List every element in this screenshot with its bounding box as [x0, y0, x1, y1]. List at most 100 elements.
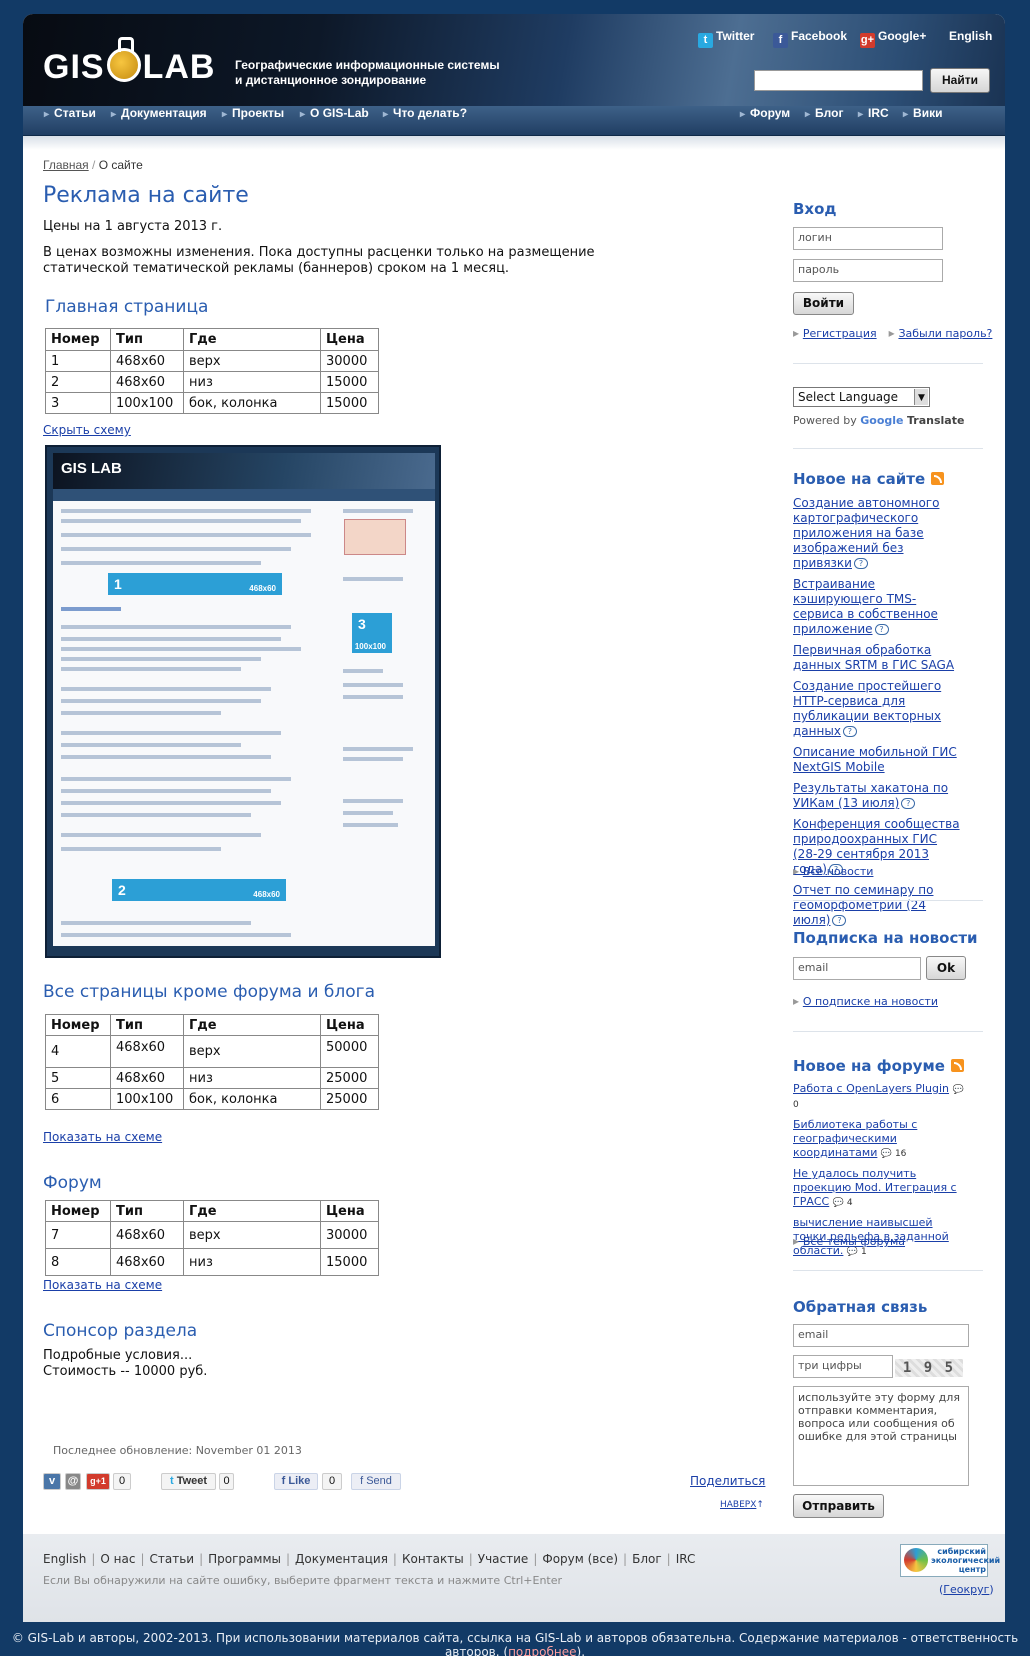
subscribe-about: ▸ О подписке на новости	[793, 994, 938, 1008]
partner-link[interactable]: (Геокруг)	[939, 1583, 994, 1596]
table-row: 1 468x60 верх 30000	[45, 350, 379, 372]
footer-link[interactable]: Статьи	[150, 1552, 195, 1566]
list-item: Создание простейшего HTTP-сервиса для пу…	[793, 679, 942, 738]
footer-link[interactable]: Блог	[632, 1552, 662, 1566]
list-item: Библиотека работы с географическими коор…	[793, 1118, 918, 1159]
feedback-message-textarea[interactable]: используйте эту форму для отправки комме…	[793, 1386, 969, 1486]
show-scheme-forum-link[interactable]: Показать на схеме	[43, 1278, 162, 1292]
nav-forum[interactable]: Форум	[740, 106, 790, 136]
share-link[interactable]: Поделиться	[690, 1474, 765, 1488]
rss-icon[interactable]	[950, 1059, 964, 1072]
ad-scheme-image: GIS LAB 1 468x60 3 100x100 2 468x60	[45, 445, 441, 958]
comment-icon: ?	[842, 726, 857, 737]
feedback-title: Обратная связь	[793, 1298, 928, 1316]
site-tagline: Географические информационные системы и д…	[235, 58, 500, 87]
table-forum: Номер Тип Где Цена 7 468x60 верх 30000 8 468x60…	[45, 1200, 379, 1276]
list-item: Работа с OpenLayers Plugin 💬 0	[793, 1082, 964, 1110]
footer-link[interactable]: Форум (все)	[542, 1552, 618, 1566]
sponsor-terms: Подробные условия...	[43, 1348, 193, 1363]
facebook-link[interactable]: f Facebook	[773, 29, 847, 48]
table-row: 4 468x60 верх 50000	[45, 1035, 379, 1068]
table-row: 3 100x100 бок, колонка 15000	[45, 392, 379, 414]
breadcrumb-home[interactable]: Главная	[43, 158, 89, 172]
nav-wiki[interactable]: Вики	[903, 106, 942, 136]
table-row: 6 100x100 бок, колонка 25000	[45, 1088, 379, 1110]
partner-logo[interactable]: сибирский экологический центр	[900, 1544, 1000, 1577]
register-link[interactable]: Регистрация	[803, 327, 877, 340]
feedback-submit-button[interactable]: Отправить	[793, 1494, 884, 1518]
hide-scheme-link[interactable]: Скрыть схему	[43, 423, 131, 437]
login-button[interactable]: Войти	[793, 292, 854, 315]
footer-link[interactable]: English	[43, 1552, 86, 1566]
nav-about[interactable]: О GIS-Lab	[300, 106, 369, 136]
subscribe-title: Подписка на новости	[793, 929, 978, 947]
all-forum-topics: ▸ Все темы форума	[793, 1234, 906, 1248]
all-news-link[interactable]: Все новости	[803, 865, 874, 878]
comment-icon: ?	[874, 624, 889, 635]
list-item: Отчет по семинару по геоморфометрии (24 …	[793, 883, 934, 927]
list-item: Встраивание кэширующего TMS-сервиса в со…	[793, 577, 938, 636]
send-button[interactable]: f Send	[351, 1473, 401, 1490]
show-scheme-all-link[interactable]: Показать на схеме	[43, 1130, 162, 1144]
header-shadow	[23, 136, 1005, 150]
table-row: 7 468x60 верх 30000	[45, 1221, 379, 1249]
list-item: Не удалось получить проекцию Mod. Итегра…	[793, 1167, 957, 1208]
eco-center-icon	[904, 1548, 928, 1572]
footer-link[interactable]: Программы	[208, 1552, 281, 1566]
login-title: Вход	[793, 200, 837, 218]
tweet-button[interactable]: t Tweet	[161, 1473, 216, 1490]
scheme-banner-2: 2 468x60	[112, 879, 286, 901]
nav-blog[interactable]: Блог	[805, 106, 843, 136]
list-item: Результаты хакатона по УИКам (13 июля)?	[793, 781, 949, 810]
table-home: Номер Тип Где Цена 1 468x60 верх 30000 2 468x60…	[45, 328, 379, 414]
forgot-password-link[interactable]: Забыли пароль?	[898, 327, 992, 340]
nav-articles[interactable]: Статьи	[44, 106, 96, 136]
scheme-banner-1: 1 468x60	[108, 573, 282, 595]
nav-irc[interactable]: IRC	[858, 106, 889, 136]
breadcrumb: Главная / О сайте	[43, 158, 143, 172]
tweet-count: 0	[219, 1473, 234, 1490]
nav-documentation[interactable]: Документация	[111, 106, 207, 136]
comment-count: 💬 4	[832, 1198, 853, 1208]
comment-count: 💬 1	[846, 1247, 867, 1257]
search-input[interactable]	[754, 70, 923, 91]
subscribe-email-input[interactable]: email	[793, 957, 921, 980]
copyright: © GIS-Lab и авторы, 2002-2013. При испол…	[0, 1631, 1030, 1656]
captcha-image: 1 9 5	[895, 1359, 963, 1377]
twitter-link[interactable]: t Twitter	[698, 29, 754, 48]
mail-share-icon[interactable]: @	[65, 1473, 81, 1490]
footer-link[interactable]: Документация	[295, 1552, 388, 1566]
vk-share-icon[interactable]: v	[43, 1473, 61, 1490]
back-to-top-link[interactable]: НАВЕРХ↑	[720, 1500, 764, 1510]
footer-link[interactable]: Участие	[478, 1552, 529, 1566]
language-select[interactable]: Select Language ▼	[793, 387, 930, 407]
like-button[interactable]: f Like	[274, 1473, 318, 1490]
rss-icon[interactable]	[931, 472, 945, 485]
more-link[interactable]: подробнее	[508, 1645, 576, 1656]
footer-link[interactable]: Контакты	[402, 1552, 464, 1566]
search-button[interactable]: Найти	[930, 68, 990, 93]
comment-icon: ?	[853, 558, 868, 569]
comment-icon: ?	[901, 798, 916, 809]
google-plus-link[interactable]: g+ Google+	[860, 29, 926, 48]
subscribe-about-link[interactable]: О подписке на новости	[803, 995, 938, 1008]
google-plus-one-button[interactable]: g+1	[86, 1473, 110, 1490]
list-item: Описание мобильной ГИС NextGIS Mobile	[793, 745, 957, 774]
section-all-title: Все страницы кроме форума и блога	[43, 982, 376, 1002]
captcha-input[interactable]: три цифры	[793, 1355, 893, 1378]
all-forum-topics-link[interactable]: Все темы форума	[803, 1235, 905, 1248]
site-logo[interactable]: GIS LAB	[43, 37, 215, 87]
last-update: Последнее обновление: November 01 2013	[53, 1444, 302, 1457]
subscribe-ok-button[interactable]: Ok	[926, 956, 966, 980]
password-input[interactable]: пароль	[793, 259, 943, 282]
feedback-email-input[interactable]: email	[793, 1324, 969, 1347]
footer-link[interactable]: IRC	[676, 1552, 696, 1566]
login-input[interactable]: логин	[793, 227, 943, 250]
footer-link[interactable]: О нас	[100, 1552, 135, 1566]
nav-what-to-do[interactable]: Что делать?	[383, 106, 467, 136]
nav-projects[interactable]: Проекты	[222, 106, 284, 136]
english-link[interactable]: English	[949, 29, 992, 43]
table-all-pages: Номер Тип Где Цена 4 468x60 верх 50000 5 468x60…	[45, 1014, 379, 1110]
table-row: 8 468x60 низ 15000	[45, 1248, 379, 1276]
arrow-up-icon: ↑	[756, 1500, 764, 1510]
